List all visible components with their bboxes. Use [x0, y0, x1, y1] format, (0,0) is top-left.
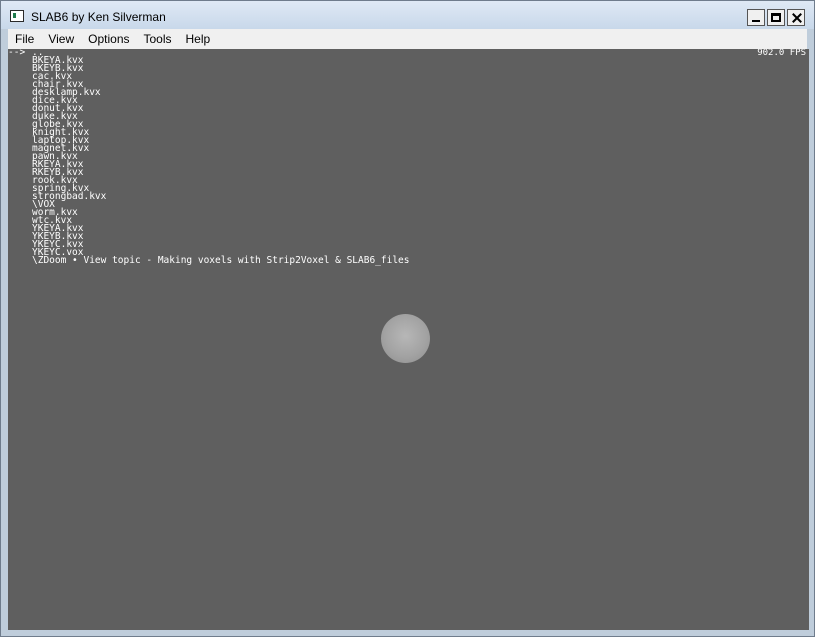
- app-window: SLAB6 by Ken Silverman File View Options…: [0, 0, 815, 637]
- menu-bar: File View Options Tools Help: [8, 29, 807, 49]
- window-controls: [747, 9, 805, 26]
- menu-view[interactable]: View: [41, 32, 81, 46]
- menu-options[interactable]: Options: [81, 32, 136, 46]
- minimize-button[interactable]: [747, 9, 765, 26]
- app-icon[interactable]: [10, 10, 24, 22]
- file-list-item[interactable]: strongbad.kvx: [8, 192, 410, 202]
- file-name: \ZDoom • View topic - Making voxels with…: [32, 255, 410, 266]
- maximize-button[interactable]: [767, 9, 785, 26]
- file-list-item[interactable]: \ZDoom • View topic - Making voxels with…: [8, 255, 410, 266]
- menu-help[interactable]: Help: [179, 32, 218, 46]
- title-bar[interactable]: SLAB6 by Ken Silverman: [1, 1, 814, 29]
- close-button[interactable]: [787, 9, 805, 26]
- file-browser-list: -->.. BKEYA.kvx BKEYB.kvx cac.kvx chair.kvx d…: [8, 49, 410, 265]
- fps-counter: 902.0 FPS: [757, 49, 806, 58]
- menu-tools[interactable]: Tools: [137, 32, 179, 46]
- menu-file[interactable]: File: [8, 32, 41, 46]
- render-viewport[interactable]: 902.0 FPS -->.. BKEYA.kvx BKEYB.kvx cac.kvx…: [8, 49, 809, 630]
- selection-cursor: -->: [8, 49, 26, 58]
- window-title: SLAB6 by Ken Silverman: [31, 10, 166, 24]
- voxel-model-preview[interactable]: [381, 314, 430, 363]
